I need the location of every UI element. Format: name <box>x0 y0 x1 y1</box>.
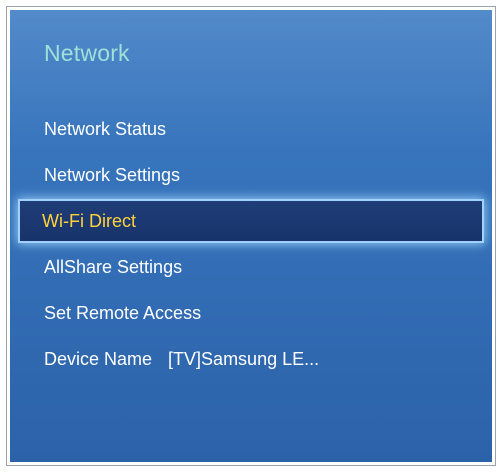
menu-item-network-settings[interactable]: Network Settings <box>10 152 492 198</box>
device-name-label: Device Name <box>44 349 153 369</box>
network-menu-list: Network Status Network Settings Wi-Fi Di… <box>10 106 492 382</box>
menu-title: Network <box>44 40 130 66</box>
device-name-value: [TV]Samsung LE... <box>168 349 320 369</box>
menu-item-set-remote-access[interactable]: Set Remote Access <box>10 290 492 336</box>
menu-item-device-name[interactable]: Device Name [TV]Samsung LE... <box>10 336 492 382</box>
menu-item-network-status[interactable]: Network Status <box>10 106 492 152</box>
network-menu-panel: Network Network Status Network Settings … <box>10 10 492 462</box>
menu-item-allshare-settings[interactable]: AllShare Settings <box>10 244 492 290</box>
menu-item-wifi-direct[interactable]: Wi-Fi Direct <box>20 201 482 241</box>
menu-frame: Network Network Status Network Settings … <box>6 6 496 466</box>
